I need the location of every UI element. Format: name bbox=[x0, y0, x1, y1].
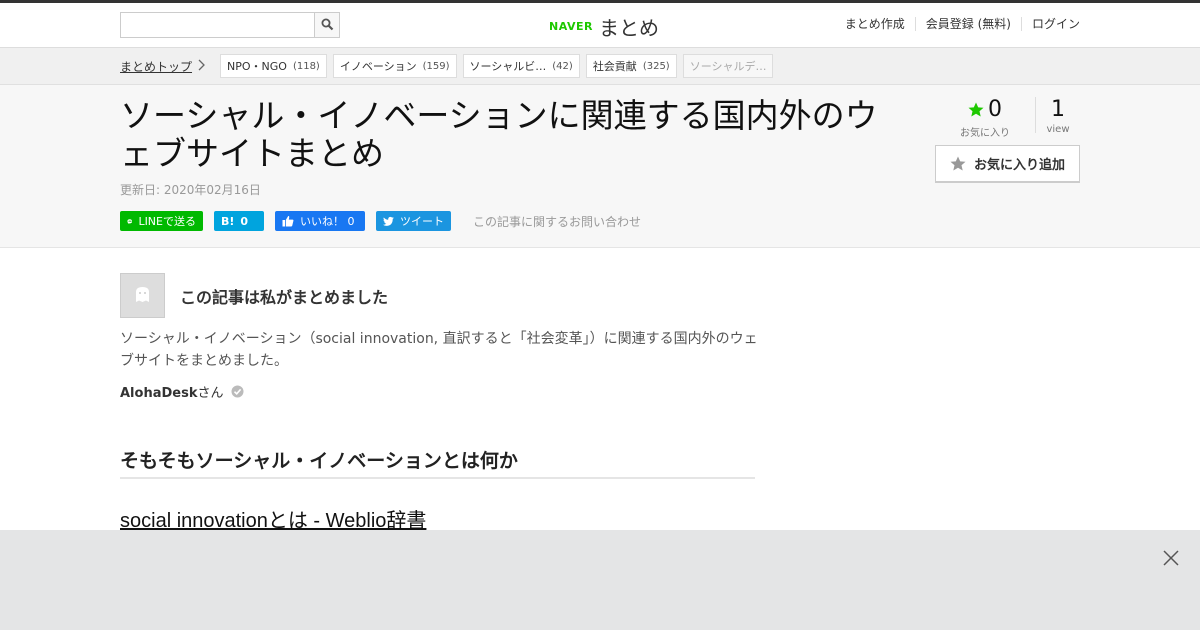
author-intro: この記事は私がまとめました bbox=[120, 273, 388, 318]
hatena-icon: B! bbox=[221, 214, 235, 228]
updated-date: 更新日: 2020年02月16日 bbox=[120, 183, 261, 197]
search-box bbox=[120, 12, 340, 38]
author-byline: AlohaDeskさん bbox=[120, 382, 244, 401]
top-links: まとめ作成 会員登録 (無料) ログイン bbox=[835, 17, 1080, 31]
create-matome-link[interactable]: まとめ作成 bbox=[835, 17, 915, 31]
chevron-right-icon bbox=[198, 59, 205, 71]
section-heading: そもそもソーシャル・イノベーションとは何か bbox=[120, 446, 755, 479]
breadcrumb-bar: まとめトップ NPO・NGO (118) イノベーション (159) ソーシャル… bbox=[0, 48, 1200, 85]
avatar[interactable] bbox=[120, 273, 165, 318]
tag-list: NPO・NGO (118) イノベーション (159) ソーシャルビ… (42)… bbox=[220, 54, 774, 78]
tag-count: (325) bbox=[642, 60, 670, 72]
thumbs-up-icon bbox=[282, 215, 294, 227]
favorite-stat: 0 お気に入り bbox=[935, 97, 1035, 139]
view-count: 1 bbox=[1051, 97, 1065, 122]
share-buttons: LINE LINEで送る B! 0 いいね！ 0 ツイート この記事に関するお問… bbox=[120, 211, 641, 231]
tag-count: (42) bbox=[552, 60, 573, 72]
logo-naver: NAVER bbox=[549, 19, 593, 33]
search-icon bbox=[321, 18, 334, 31]
hatena-bookmark-button[interactable]: B! 0 bbox=[214, 211, 264, 231]
tag-social-business[interactable]: ソーシャルビ… (42) bbox=[462, 54, 580, 78]
breadcrumb-top-link[interactable]: まとめトップ bbox=[120, 58, 192, 75]
article-stats: 0 お気に入り 1 view bbox=[935, 97, 1080, 139]
logo-matome: まとめ bbox=[598, 15, 659, 40]
add-favorite-button[interactable]: お気に入り追加 bbox=[935, 145, 1080, 183]
tag-label: イノベーション bbox=[339, 60, 417, 73]
facebook-like-label: いいね！ 0 bbox=[300, 215, 355, 228]
tag-innovation[interactable]: イノベーション (159) bbox=[332, 54, 457, 78]
twitter-bird-icon bbox=[383, 216, 394, 226]
close-icon[interactable] bbox=[1162, 549, 1180, 567]
tag-label: 社会貢献 bbox=[592, 60, 637, 73]
facebook-like-button[interactable]: いいね！ 0 bbox=[275, 211, 365, 231]
tag-count: (159) bbox=[422, 60, 450, 72]
favorite-count: 0 bbox=[988, 97, 1002, 122]
tweet-label: ツイート bbox=[400, 215, 444, 228]
contact-link[interactable]: この記事に関するお問い合わせ bbox=[473, 213, 641, 230]
line-icon: LINE bbox=[127, 218, 133, 224]
line-share-button[interactable]: LINE LINEで送る bbox=[120, 211, 203, 231]
naver-matome-logo[interactable]: NAVER まとめ bbox=[549, 13, 659, 40]
tweet-button[interactable]: ツイート bbox=[376, 211, 451, 231]
author-name: AlohaDesk bbox=[120, 386, 198, 401]
line-share-label: LINEで送る bbox=[138, 215, 196, 228]
author-name-wrap[interactable]: AlohaDeskさん bbox=[120, 382, 223, 401]
article-header: ソーシャル・イノベーションに関連する国内外のウェブサイトまとめ 更新日: 202… bbox=[0, 85, 1200, 248]
svg-text:LINE: LINE bbox=[128, 221, 132, 223]
tag-label: NPO・NGO bbox=[227, 60, 287, 73]
favorite-label: お気に入り bbox=[960, 128, 1010, 139]
hatena-count: 0 bbox=[240, 214, 249, 228]
star-outline-icon bbox=[950, 156, 966, 171]
search-button[interactable] bbox=[314, 13, 339, 37]
tag-label: ソーシャルデ… bbox=[689, 60, 767, 73]
add-favorite-label: お気に入り追加 bbox=[973, 158, 1065, 173]
tag-npo-ngo[interactable]: NPO・NGO (118) bbox=[220, 54, 327, 78]
author-suffix: さん bbox=[197, 386, 224, 401]
verified-check-icon bbox=[231, 385, 244, 398]
top-bar: NAVER まとめ まとめ作成 会員登録 (無料) ログイン bbox=[0, 0, 1200, 48]
view-label: view bbox=[1046, 124, 1070, 135]
article-description: ソーシャル・イノベーション（social innovation, 直訳すると「社… bbox=[120, 331, 758, 369]
tag-label: ソーシャルビ… bbox=[469, 60, 547, 73]
page-title: ソーシャル・イノベーションに関連する国内外のウェブサイトまとめ bbox=[120, 97, 878, 172]
register-link[interactable]: 会員登録 (無料) bbox=[914, 17, 1021, 31]
tag-social-contribution[interactable]: 社会貢献 (325) bbox=[585, 54, 677, 78]
view-stat: 1 view bbox=[1035, 97, 1080, 135]
search-input[interactable] bbox=[121, 13, 315, 37]
login-link[interactable]: ログイン bbox=[1020, 17, 1080, 31]
weblio-link[interactable]: social innovationとは - Weblio辞書 bbox=[120, 504, 426, 533]
tag-social-design[interactable]: ソーシャルデ… bbox=[682, 54, 774, 78]
author-heading: この記事は私がまとめました bbox=[180, 287, 389, 307]
star-icon bbox=[968, 102, 984, 117]
ad-banner bbox=[0, 530, 1200, 630]
tag-count: (118) bbox=[292, 60, 320, 72]
default-avatar-icon bbox=[136, 287, 149, 302]
